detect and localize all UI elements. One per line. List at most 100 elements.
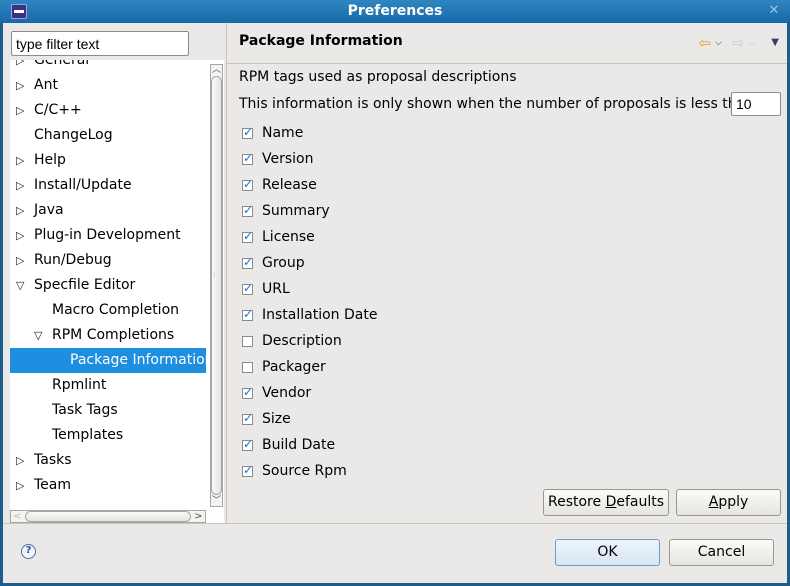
checkbox[interactable] [242, 463, 253, 477]
tree-item[interactable]: Templates [10, 423, 206, 448]
tag-checkbox-list: Name Version Release Summary License Group URL… [242, 120, 377, 484]
tree-item-label: Install/Update [34, 177, 132, 193]
tree-item[interactable]: ▷ Install/Update [10, 173, 206, 198]
checkbox[interactable] [242, 255, 253, 269]
tag-checkbox-row[interactable]: Release [242, 172, 377, 198]
scroll-left-icon[interactable]: < [12, 511, 23, 522]
tree-item[interactable]: ▷ C/C++ [10, 98, 206, 123]
checkbox[interactable] [242, 151, 253, 165]
apply-button[interactable]: Apply [676, 489, 781, 516]
tree-item[interactable]: ▷ Tasks [10, 448, 206, 473]
tree-item-label: RPM Completions [52, 327, 175, 343]
checkbox[interactable] [242, 361, 253, 373]
checkbox-label: Name [262, 125, 304, 141]
title-bar: Preferences ✕ [0, 0, 790, 23]
tree-item-label: Help [34, 152, 66, 168]
tree-item-label: Task Tags [52, 402, 118, 418]
help-icon[interactable]: ? [21, 544, 36, 559]
tag-checkbox-row[interactable]: Version [242, 146, 377, 172]
collapsed-triangle-icon[interactable]: ▷ [16, 148, 28, 173]
tree-item[interactable]: ▷ Ant [10, 73, 206, 98]
collapsed-triangle-icon[interactable]: ▷ [16, 173, 28, 198]
scroll-up-icon[interactable]: ︿ [211, 65, 222, 75]
tree-item[interactable]: ▷ Help [10, 148, 206, 173]
tree-item-label: Tasks [34, 452, 72, 468]
restore-defaults-button[interactable]: Restore Defaults [543, 489, 669, 516]
tree-item[interactable]: Package Information [10, 348, 214, 373]
checkbox[interactable] [242, 335, 253, 347]
scroll-thumb[interactable] [25, 511, 191, 522]
expanded-triangle-icon[interactable]: ▽ [34, 323, 46, 348]
tree-item[interactable]: ▽ Specfile Editor [10, 273, 206, 298]
tree-item-label: Rpmlint [52, 377, 107, 393]
checkbox[interactable] [242, 229, 253, 243]
checkbox[interactable] [242, 125, 253, 139]
tree-item-label: ChangeLog [34, 127, 113, 143]
collapsed-triangle-icon[interactable]: ▷ [16, 98, 28, 123]
tree-item-label: Java [34, 202, 64, 218]
tag-checkbox-row[interactable]: Group [242, 250, 377, 276]
cancel-button[interactable]: Cancel [669, 539, 774, 566]
checkbox[interactable] [242, 411, 253, 425]
checkbox-label: Vendor [262, 385, 312, 401]
expanded-triangle-icon[interactable]: ▽ [16, 273, 28, 298]
tree-item[interactable]: ▷ General [10, 60, 206, 73]
checkbox-label: Installation Date [262, 307, 378, 323]
tree-item[interactable]: ChangeLog [10, 123, 206, 148]
checkbox-label: URL [262, 281, 290, 297]
collapsed-triangle-icon[interactable]: ▷ [16, 248, 28, 273]
filter-input[interactable] [11, 31, 189, 56]
collapsed-triangle-icon[interactable]: ▷ [16, 223, 28, 248]
preferences-tree: ▷ General ▷ Ant ▷ C/C++ ChangeLog ▷ Help ▷ Install… [10, 60, 224, 524]
checkbox[interactable] [242, 203, 253, 217]
scroll-thumb[interactable] [211, 76, 222, 495]
checkbox-label: Source Rpm [262, 463, 347, 479]
tag-checkbox-row[interactable]: Description [242, 328, 377, 354]
collapsed-triangle-icon[interactable]: ▷ [16, 198, 28, 223]
window-title: Preferences [347, 3, 443, 19]
collapsed-triangle-icon[interactable]: ▷ [16, 73, 28, 98]
tree-vertical-scrollbar[interactable]: ︿ ﹀ [210, 64, 223, 507]
scroll-down-icon[interactable]: ﹀ [211, 496, 222, 506]
threshold-input[interactable] [731, 92, 781, 116]
tag-checkbox-row[interactable]: Packager [242, 354, 377, 380]
preference-page: Package Information ⇦ ⌵ ⇨ ⌵ ▼ RPM tags u… [227, 23, 787, 523]
collapsed-triangle-icon[interactable]: ▷ [16, 60, 28, 73]
tree-item-label: Package Information [70, 352, 214, 368]
collapsed-triangle-icon[interactable]: ▷ [16, 448, 28, 473]
tree-item[interactable]: Macro Completion [10, 298, 206, 323]
back-dropdown-icon[interactable]: ⌵ [715, 35, 722, 51]
tree-item[interactable]: ▷ Plug-in Development [10, 223, 206, 248]
checkbox[interactable] [242, 307, 253, 321]
tree-item[interactable]: ▷ Team [10, 473, 206, 498]
forward-dropdown-icon[interactable]: ⌵ [748, 35, 755, 51]
tag-checkbox-row[interactable]: Build Date [242, 432, 377, 458]
checkbox[interactable] [242, 385, 253, 399]
view-menu-icon[interactable]: ▼ [771, 35, 779, 51]
tree-item[interactable]: Task Tags [10, 398, 206, 423]
tag-checkbox-row[interactable]: URL [242, 276, 377, 302]
forward-arrow-icon[interactable]: ⇨ [732, 35, 745, 51]
checkbox-label: Version [262, 151, 314, 167]
checkbox[interactable] [242, 177, 253, 191]
tag-checkbox-row[interactable]: License [242, 224, 377, 250]
checkbox[interactable] [242, 281, 253, 295]
tag-checkbox-row[interactable]: Size [242, 406, 377, 432]
scroll-right-icon[interactable]: > [193, 511, 204, 522]
tree-item[interactable]: ▷ Run/Debug [10, 248, 206, 273]
tag-checkbox-row[interactable]: Name [242, 120, 377, 146]
sash-handle[interactable]: ⁞ [213, 271, 219, 279]
tag-checkbox-row[interactable]: Vendor [242, 380, 377, 406]
checkbox[interactable] [242, 437, 253, 451]
ok-button[interactable]: OK [555, 539, 660, 566]
tree-horizontal-scrollbar[interactable]: < > [10, 510, 206, 523]
tree-item[interactable]: Rpmlint [10, 373, 206, 398]
tree-item[interactable]: ▷ Java [10, 198, 206, 223]
tree-item[interactable]: ▽ RPM Completions [10, 323, 206, 348]
back-arrow-icon[interactable]: ⇦ [698, 35, 711, 51]
collapsed-triangle-icon[interactable]: ▷ [16, 473, 28, 498]
tag-checkbox-row[interactable]: Summary [242, 198, 377, 224]
tag-checkbox-row[interactable]: Installation Date [242, 302, 377, 328]
close-icon[interactable]: ✕ [766, 3, 782, 19]
tag-checkbox-row[interactable]: Source Rpm [242, 458, 377, 484]
